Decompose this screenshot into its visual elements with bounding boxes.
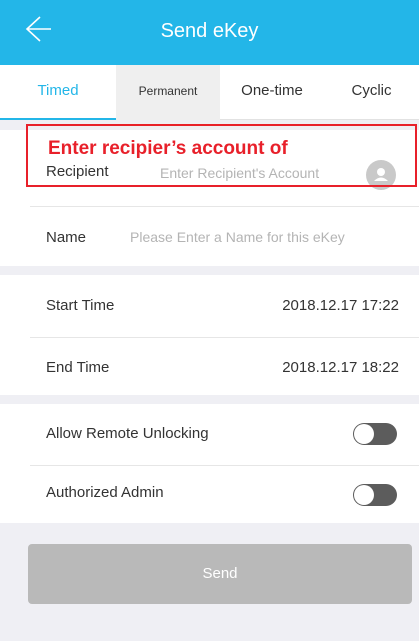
ekey-type-tabs: Timed Permanent One-time Cyclic — [0, 65, 419, 120]
authorized-admin-label: Authorized Admin — [46, 484, 164, 501]
divider — [30, 337, 419, 338]
authorized-admin-toggle[interactable] — [353, 484, 397, 506]
recipient-annotation: Enter recipier’s account of — [48, 138, 288, 159]
remote-unlocking-row: Allow Remote Unlocking — [0, 406, 419, 461]
divider — [30, 206, 419, 207]
start-time-label: Start Time — [46, 297, 115, 314]
name-input[interactable] — [130, 226, 395, 248]
start-time-row[interactable]: Start Time 2018.12.17 17:22 — [0, 278, 419, 333]
name-row: Name — [0, 210, 419, 265]
options-group: Allow Remote Unlocking Authorized Admin — [0, 404, 419, 523]
toggle-knob — [354, 485, 374, 505]
authorized-admin-row: Authorized Admin — [0, 465, 419, 520]
time-group: Start Time 2018.12.17 17:22 End Time 201… — [0, 275, 419, 395]
tab-permanent[interactable]: Permanent — [116, 65, 220, 120]
active-tab-indicator — [0, 118, 116, 120]
name-label: Name — [46, 229, 87, 246]
tab-one-time[interactable]: One-time — [220, 65, 324, 120]
remote-unlocking-toggle[interactable] — [353, 423, 397, 445]
page-title: Send eKey — [160, 20, 259, 42]
remote-unlocking-label: Allow Remote Unlocking — [46, 425, 209, 442]
start-time-value: 2018.12.17 17:22 — [282, 297, 399, 314]
end-time-row[interactable]: End Time 2018.12.17 18:22 — [0, 340, 419, 395]
end-time-value: 2018.12.17 18:22 — [282, 359, 399, 376]
recipient-input[interactable] — [160, 162, 358, 184]
send-button[interactable]: Send — [28, 544, 412, 604]
tab-timed[interactable]: Timed — [0, 65, 116, 120]
contact-picker-icon[interactable] — [366, 160, 396, 190]
end-time-label: End Time — [46, 359, 110, 376]
tab-cyclic[interactable]: Cyclic — [324, 65, 419, 120]
toggle-knob — [354, 424, 374, 444]
app-header: Send eKey — [0, 0, 419, 65]
